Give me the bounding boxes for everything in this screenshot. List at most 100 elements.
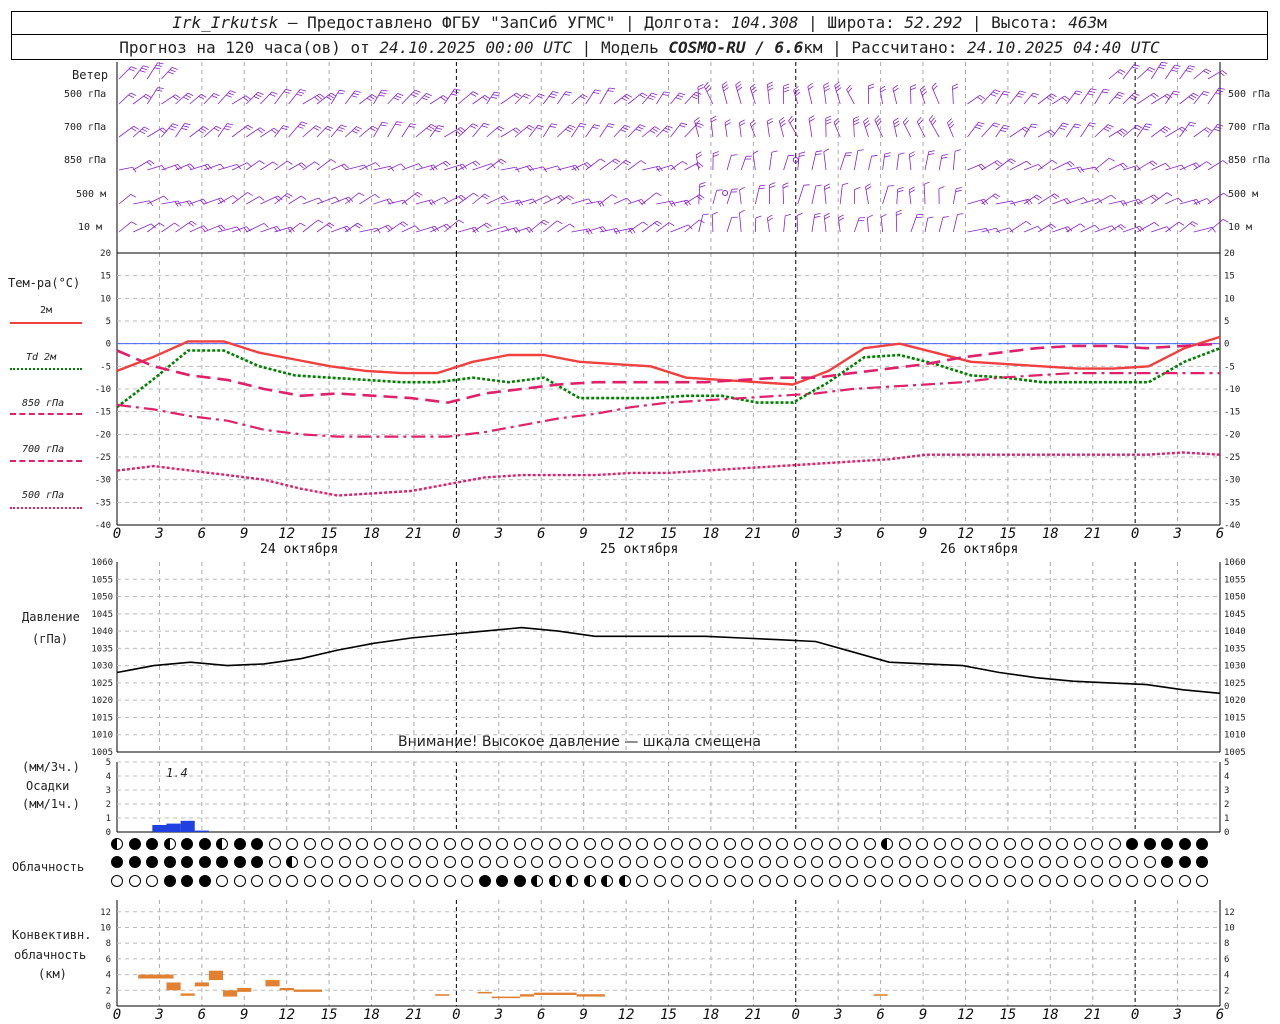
conv-ytick-right: 8 <box>1224 939 1229 949</box>
wind-barb-feather <box>927 216 934 219</box>
wind-barb-feather <box>253 96 260 100</box>
wind-barb-feather <box>723 87 729 92</box>
wind-barb <box>401 225 416 233</box>
wind-barb-feather <box>699 219 705 224</box>
cloud-cover-cell <box>636 856 648 868</box>
wind-barb-feather <box>1171 93 1179 96</box>
wind-barb-feather <box>893 117 899 122</box>
wind-barb-feather <box>624 124 631 128</box>
wind-barb <box>274 226 291 233</box>
wind-barb <box>1122 198 1139 205</box>
wind-barb-feather <box>779 119 786 125</box>
cloud-cover-cell <box>881 856 893 868</box>
wind-barb <box>387 163 401 171</box>
wind-barb-feather <box>512 129 519 134</box>
wind-barb <box>571 94 583 105</box>
wind-barb-feather <box>1129 96 1136 101</box>
time-axis-bottom-tick: 9 <box>240 1007 249 1023</box>
cloud-cover-cell <box>706 875 718 887</box>
wind-barb-feather <box>823 148 830 153</box>
wind-barb-feather <box>977 96 983 101</box>
cloud-cover-cell <box>1073 838 1086 850</box>
temp-ytick-right: 15 <box>1224 272 1235 282</box>
cloud-cover-cell <box>548 856 561 868</box>
wind-barb-feather <box>942 216 949 218</box>
wind-barb-feather <box>706 87 712 93</box>
cloud-cover-cell <box>793 838 806 850</box>
wind-barb-feather <box>767 84 774 88</box>
cloud-cover-cell <box>671 856 683 868</box>
cloud-cover-cell <box>846 875 858 887</box>
wind-barb <box>952 151 956 171</box>
wind-barb-feather <box>637 126 644 130</box>
cloud-cover-cell <box>443 856 456 868</box>
wind-barb-feather <box>698 162 704 167</box>
wind-barb <box>1094 157 1110 171</box>
temp-ytick-left: -10 <box>95 385 111 395</box>
wind-barb <box>684 91 697 105</box>
wind-barb-feather <box>809 118 815 122</box>
wind-barb <box>133 200 150 205</box>
wind-barb-feather <box>716 189 723 191</box>
wind-barb-feather <box>1192 221 1198 225</box>
cloud-cover-cell <box>286 856 298 868</box>
wind-barb-feather <box>503 195 509 201</box>
wind-barb-feather <box>325 128 331 132</box>
wind-barb-feather <box>175 94 181 99</box>
wind-barb <box>486 126 500 138</box>
wind-barb-feather <box>285 88 292 92</box>
wind-barb-feather <box>751 89 757 94</box>
wind-barb-feather <box>664 127 671 131</box>
wind-barb-feather <box>918 119 923 125</box>
precip-bar <box>152 825 167 832</box>
wind-barb-feather <box>609 87 616 90</box>
wind-barb <box>882 185 889 205</box>
wind-barb <box>823 151 827 171</box>
cloud-cover-cell <box>1056 856 1068 868</box>
cloud-cover-cell <box>653 856 666 868</box>
cloud-cover-cell <box>1108 838 1121 850</box>
conv-cloud-bar <box>265 980 280 987</box>
cloud-cover-cell <box>268 838 281 850</box>
wind-barb-feather <box>1206 161 1212 166</box>
wind-barb-feather <box>387 224 393 230</box>
wind-barb <box>557 223 570 233</box>
precip-ytick-left: 1 <box>106 814 111 824</box>
cloud-cover-cell <box>653 838 666 850</box>
wind-barb <box>839 184 843 205</box>
wind-barb-feather <box>824 212 830 217</box>
wind-barb-feather <box>569 124 576 128</box>
wind-barb-feather <box>974 126 981 130</box>
conv-cloud-bar <box>208 970 224 981</box>
time-axis-bottom-tick: 9 <box>918 1007 928 1023</box>
time-axis-top-tick: 9 <box>579 526 588 542</box>
wind-barb-feather <box>954 149 961 152</box>
wind-barb <box>656 91 665 105</box>
wind-barb-feather <box>271 91 278 95</box>
wind-barb-feather <box>1172 67 1179 70</box>
wind-barb-feather <box>159 129 165 134</box>
wind-barb-feather <box>426 93 432 97</box>
wind-barb <box>118 92 131 105</box>
wind-barb-feather <box>978 164 984 170</box>
wind-barb-feather <box>271 129 277 134</box>
wind-barb-feather <box>484 193 490 198</box>
wind-barb-feather <box>188 222 195 227</box>
wind-barb <box>981 193 996 205</box>
wind-barb-feather <box>833 117 839 123</box>
wind-barb-feather <box>639 124 646 128</box>
cloud-cover-cell <box>1056 875 1068 887</box>
cloud-cover-cell <box>163 875 176 887</box>
wind-barb-feather <box>749 119 755 125</box>
wind-barb-feather <box>956 187 963 190</box>
wind-barb <box>896 189 899 205</box>
cloud-cover-cell <box>863 875 876 887</box>
wind-barb-feather <box>836 87 842 92</box>
wind-barb-feather <box>755 215 762 219</box>
wind-barb-feather <box>793 86 799 91</box>
cloud-cover-cell <box>356 856 368 868</box>
wind-barb <box>1136 67 1150 80</box>
wind-barb-feather <box>1131 66 1138 70</box>
wind-barb-feather <box>652 128 658 132</box>
wind-barb-feather <box>442 162 449 167</box>
